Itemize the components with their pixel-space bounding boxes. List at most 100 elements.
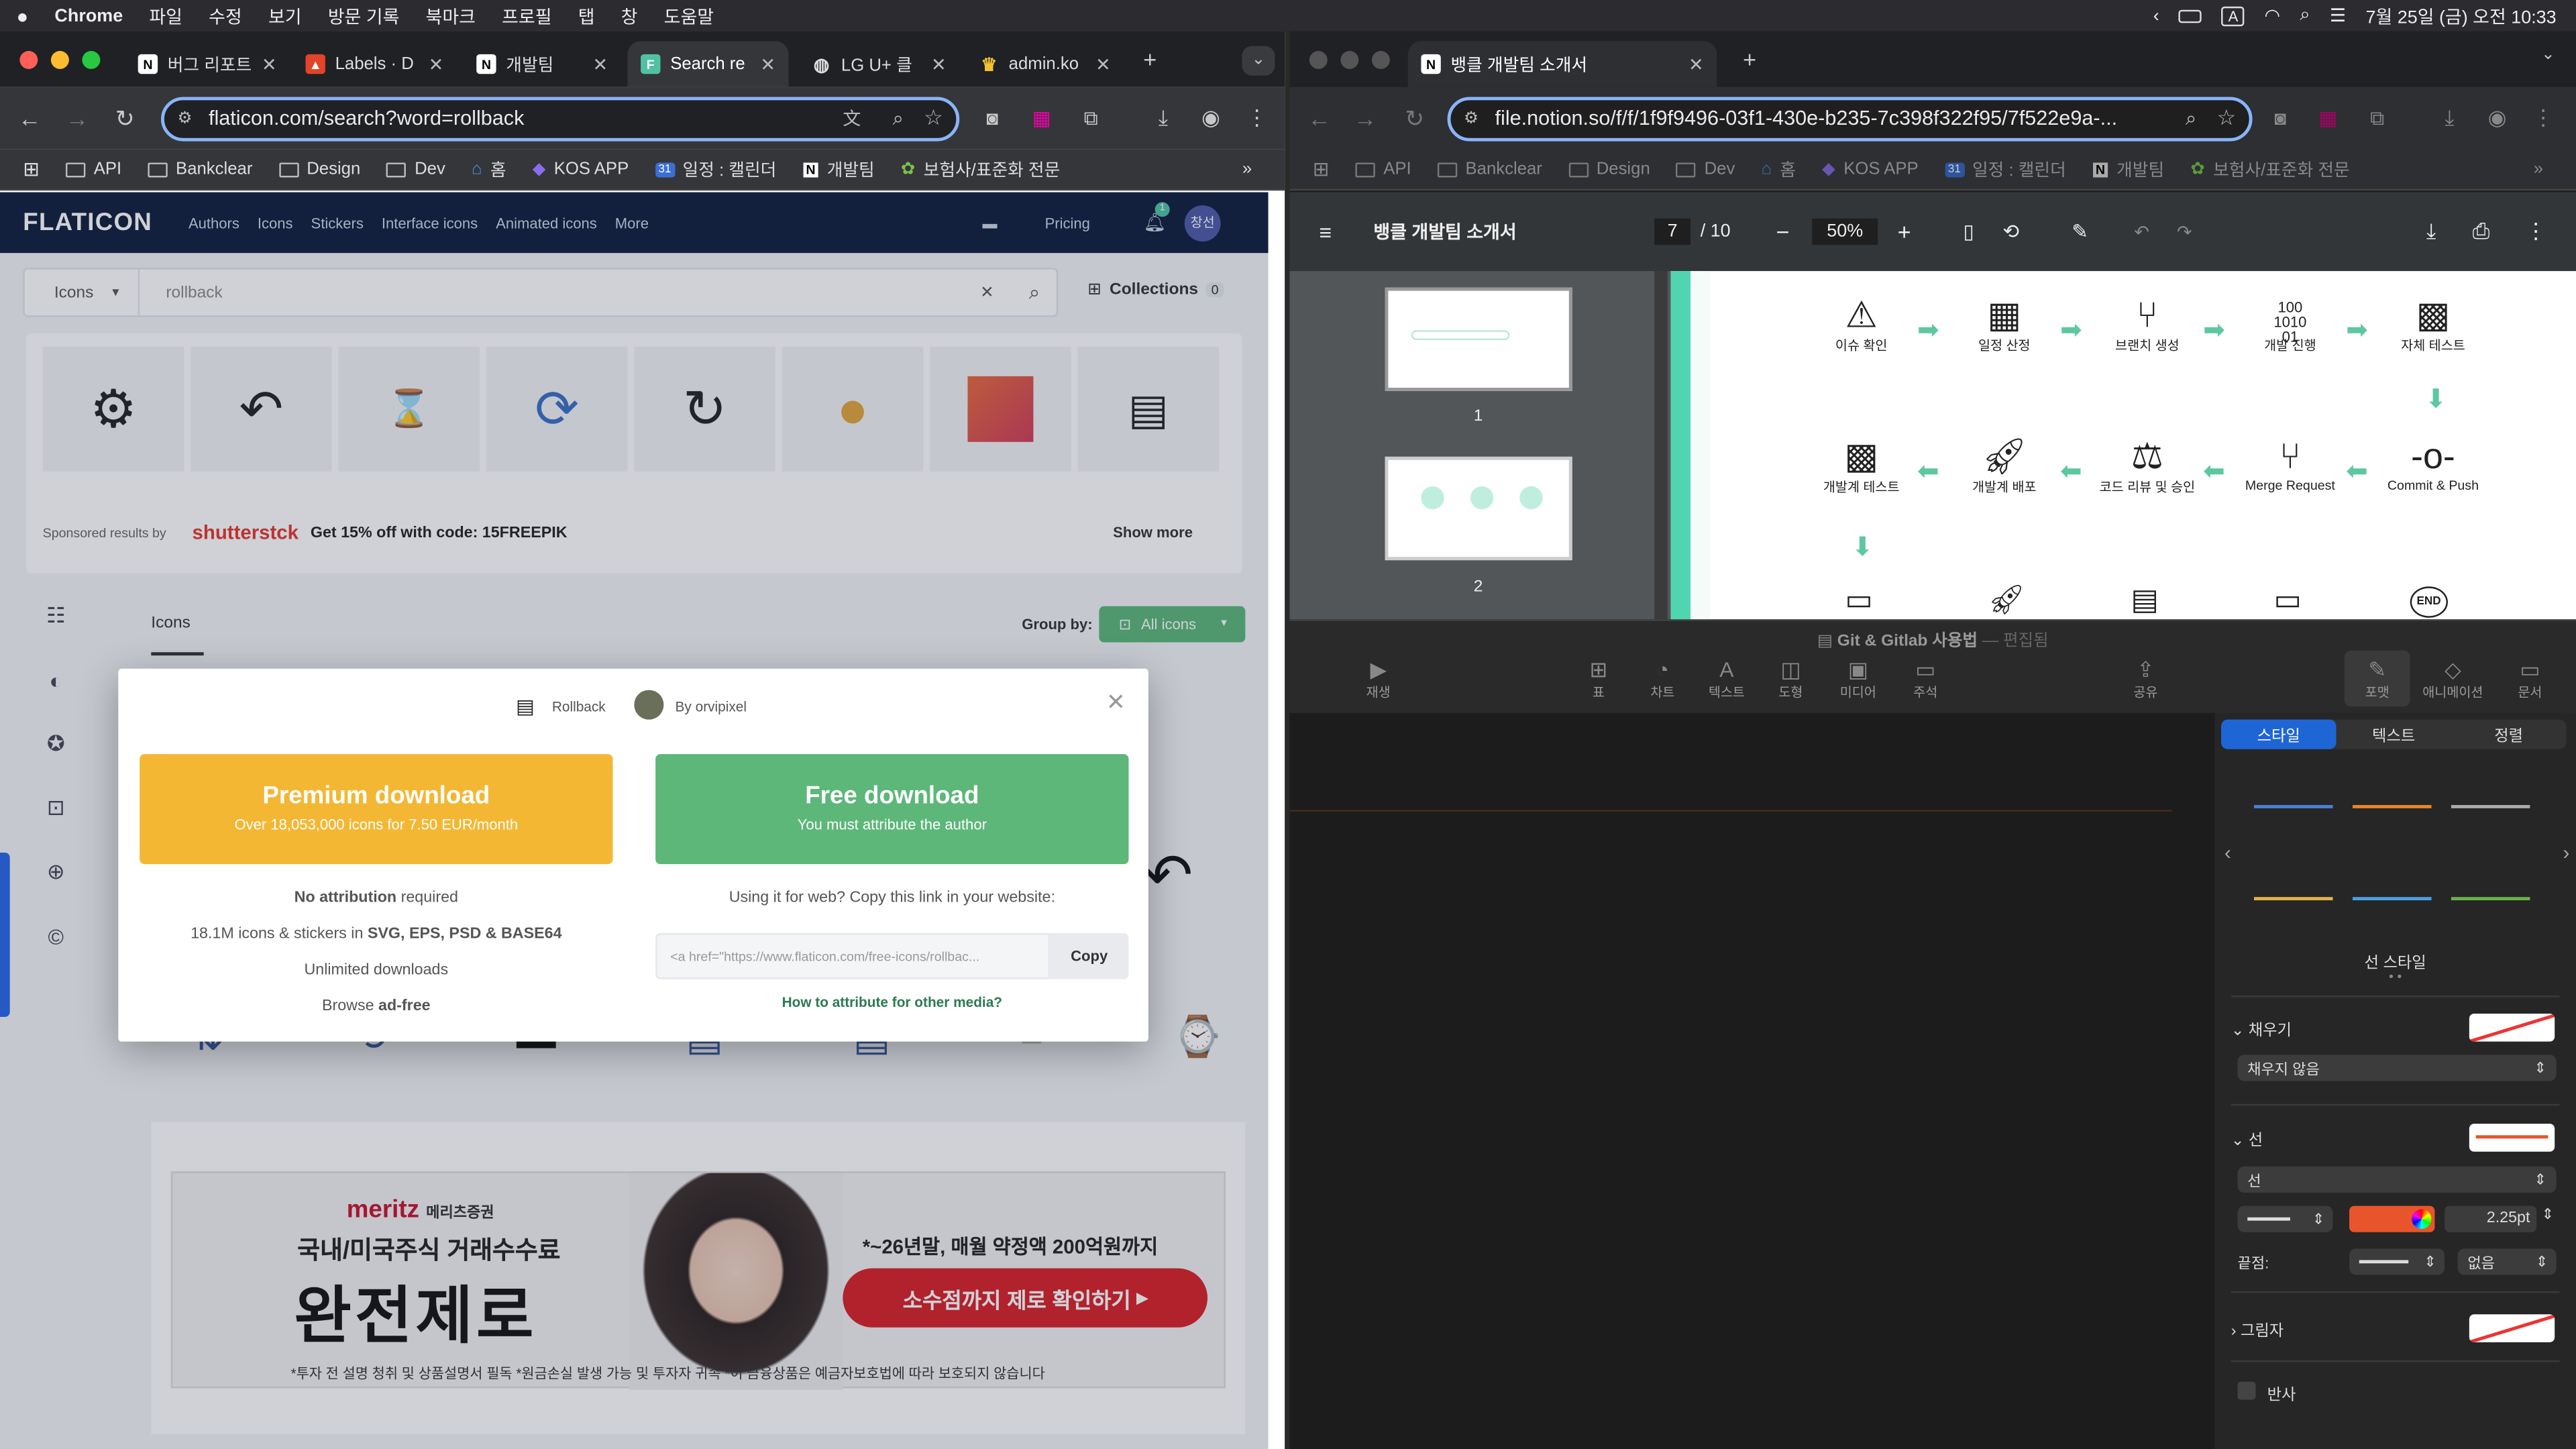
- close-icon[interactable]: ✕: [931, 54, 947, 74]
- chevron-left-icon[interactable]: ‹: [2153, 6, 2159, 25]
- tab-devteam[interactable]: N 개발팀 ✕: [464, 41, 621, 87]
- attribution-link-field[interactable]: <a href="https://www.flaticon.com/free-i…: [655, 933, 1050, 979]
- input-mode-badge[interactable]: A: [2221, 5, 2245, 25]
- page-number-input[interactable]: 7: [1654, 218, 1691, 245]
- bookmark-home[interactable]: ⌂ 홈: [472, 157, 506, 182]
- chart-button[interactable]: ◔ 차트: [1629, 657, 1695, 702]
- more-menu-icon[interactable]: ⋮: [2527, 105, 2560, 131]
- line-style-preset[interactable]: [2451, 897, 2530, 901]
- menu-window[interactable]: 창: [621, 3, 638, 29]
- menu-edit[interactable]: 수정: [209, 3, 242, 29]
- line-style-preset[interactable]: [2451, 805, 2530, 808]
- line-style-preset[interactable]: [2254, 897, 2333, 901]
- extensions-icon[interactable]: ⧉: [1075, 106, 1108, 131]
- copy-button[interactable]: Copy: [1049, 933, 1129, 979]
- translate-icon[interactable]: 文: [843, 105, 861, 131]
- url-text[interactable]: flaticon.com/search?word=rollback: [209, 107, 524, 129]
- close-icon[interactable]: ✕: [1095, 54, 1111, 74]
- page-thumbnail-1[interactable]: [1385, 287, 1572, 391]
- tab-devteam-intro[interactable]: N 뱅클 개발팀 소개서 ✕: [1407, 41, 1717, 87]
- more-menu-icon[interactable]: ⋮: [1240, 105, 1273, 131]
- premium-download-button[interactable]: Premium download Over 18,053,000 icons f…: [140, 754, 613, 865]
- profile-icon[interactable]: ◉: [1194, 105, 1227, 131]
- pdf-download-icon[interactable]: ⤓: [2426, 219, 2436, 245]
- print-icon[interactable]: ⎙: [2473, 219, 2489, 245]
- spotlight-icon[interactable]: ⌕: [2300, 5, 2310, 26]
- reload-button[interactable]: ↻: [1398, 105, 1431, 133]
- bookmark-bankclear[interactable]: Bankclear: [148, 160, 252, 179]
- menubar-datetime[interactable]: 7월 25일 (금) 오전 10:33: [2365, 3, 2556, 29]
- battery-icon[interactable]: [2179, 9, 2202, 23]
- stroke-type-popup[interactable]: 선 ⇕: [2237, 1166, 2557, 1193]
- tab-search-results[interactable]: F Search re ✕: [627, 41, 789, 87]
- address-bar[interactable]: ⚙ flaticon.com/search?word=rollback 文 ⌕ …: [161, 96, 960, 141]
- play-button[interactable]: ▶ 재생: [1346, 657, 1411, 702]
- download-icon[interactable]: ⤓: [1146, 105, 1179, 131]
- page-thumbnail-2[interactable]: [1385, 456, 1572, 561]
- bookmark-kos[interactable]: ◆ KOS APP: [533, 160, 629, 179]
- menu-bookmarks[interactable]: 북마크: [426, 3, 476, 29]
- sidebar-menu-icon[interactable]: ≡: [1320, 219, 1332, 244]
- back-button[interactable]: ←: [13, 105, 46, 131]
- author-avatar[interactable]: [634, 690, 664, 720]
- close-icon[interactable]: ✕: [262, 54, 277, 74]
- wifi-icon[interactable]: ◠: [2264, 5, 2280, 26]
- tab-arrange[interactable]: 정렬: [2451, 720, 2566, 749]
- reload-button[interactable]: ↻: [109, 105, 142, 133]
- endpoint-start-popup[interactable]: ⇕: [2349, 1248, 2445, 1275]
- bookmark-design[interactable]: Design: [278, 160, 360, 179]
- media-button[interactable]: ▣ 미디어: [1825, 657, 1891, 702]
- close-window-button[interactable]: [19, 50, 38, 69]
- menu-history[interactable]: 방문 기록: [328, 3, 400, 29]
- stroke-color-button[interactable]: [2349, 1205, 2435, 1232]
- bookmark-insurance[interactable]: ✿ 보험사/표준화 전문: [2190, 157, 2349, 182]
- apps-grid-icon[interactable]: ⊞: [1313, 158, 1330, 180]
- bookmarks-overflow-icon[interactable]: »: [2534, 160, 2543, 179]
- minimize-window-button[interactable]: [50, 50, 69, 69]
- shape-button[interactable]: ◫ 도형: [1758, 657, 1823, 702]
- close-icon[interactable]: ✕: [429, 54, 444, 74]
- redo-icon[interactable]: ↷: [2177, 221, 2192, 242]
- bookmark-calendar[interactable]: 31 일정 : 캘린더: [655, 157, 776, 182]
- bookmark-calendar[interactable]: 31 일정 : 캘린더: [1944, 157, 2066, 182]
- new-tab-button[interactable]: +: [1733, 46, 1766, 72]
- minimize-window-button[interactable]: [1340, 50, 1359, 69]
- line-style-preset[interactable]: [2352, 805, 2432, 808]
- format-button[interactable]: ✎ 포맷: [2344, 650, 2410, 707]
- zoom-window-button[interactable]: [1371, 50, 1390, 69]
- close-icon[interactable]: ✕: [593, 54, 608, 74]
- menu-help[interactable]: 도움말: [664, 3, 714, 29]
- other-media-link[interactable]: How to attribute for other media?: [655, 994, 1128, 1010]
- annotate-icon[interactable]: ✎: [2072, 220, 2088, 243]
- rotate-icon[interactable]: ⟲: [2002, 220, 2019, 243]
- menu-tab[interactable]: 탭: [578, 3, 595, 29]
- zoom-out-button[interactable]: −: [1776, 219, 1789, 245]
- stroke-pattern-popup[interactable]: ⇕: [2237, 1205, 2333, 1232]
- address-bar[interactable]: ⚙ file.notion.so/f/f/1f9f9496-03f1-430e-…: [1447, 96, 2253, 141]
- shadow-well[interactable]: [2469, 1314, 2555, 1342]
- tab-bug-report[interactable]: N 버그 리포트 ✕: [125, 41, 279, 87]
- menu-profile[interactable]: 프로필: [502, 3, 551, 29]
- stroke-color-well[interactable]: [2469, 1124, 2555, 1152]
- forward-button[interactable]: →: [61, 105, 94, 131]
- star-icon[interactable]: ☆: [2217, 105, 2237, 131]
- star-icon[interactable]: ☆: [924, 105, 943, 131]
- undo-icon[interactable]: ↶: [2134, 221, 2149, 242]
- extensions-icon[interactable]: ⧉: [2361, 106, 2394, 131]
- zoom-window-button[interactable]: [82, 50, 101, 69]
- close-icon[interactable]: ✕: [760, 54, 775, 74]
- bookmark-home[interactable]: ⌂ 홈: [1762, 157, 1796, 182]
- tab-lgu[interactable]: ◍ LG U+ 클 ✕: [798, 41, 959, 87]
- fill-type-popup[interactable]: 채우지 않음 ⇕: [2237, 1055, 2557, 1081]
- side-dock-tab[interactable]: [0, 853, 10, 1017]
- camera-icon[interactable]: ◙: [976, 107, 1009, 129]
- bookmark-kos[interactable]: ◆ KOS APP: [1822, 160, 1919, 179]
- bookmark-dev[interactable]: Dev: [1676, 160, 1735, 179]
- document-button[interactable]: ▭ 문서: [2497, 657, 2563, 702]
- new-tab-button[interactable]: +: [1134, 46, 1167, 72]
- close-icon[interactable]: ✕: [1688, 54, 1704, 74]
- bookmarks-overflow-icon[interactable]: »: [1242, 160, 1252, 179]
- bookmark-api[interactable]: API: [66, 160, 121, 179]
- tab-text[interactable]: 텍스트: [2336, 720, 2451, 749]
- thumbnail-scrollbar[interactable]: [1654, 271, 1668, 620]
